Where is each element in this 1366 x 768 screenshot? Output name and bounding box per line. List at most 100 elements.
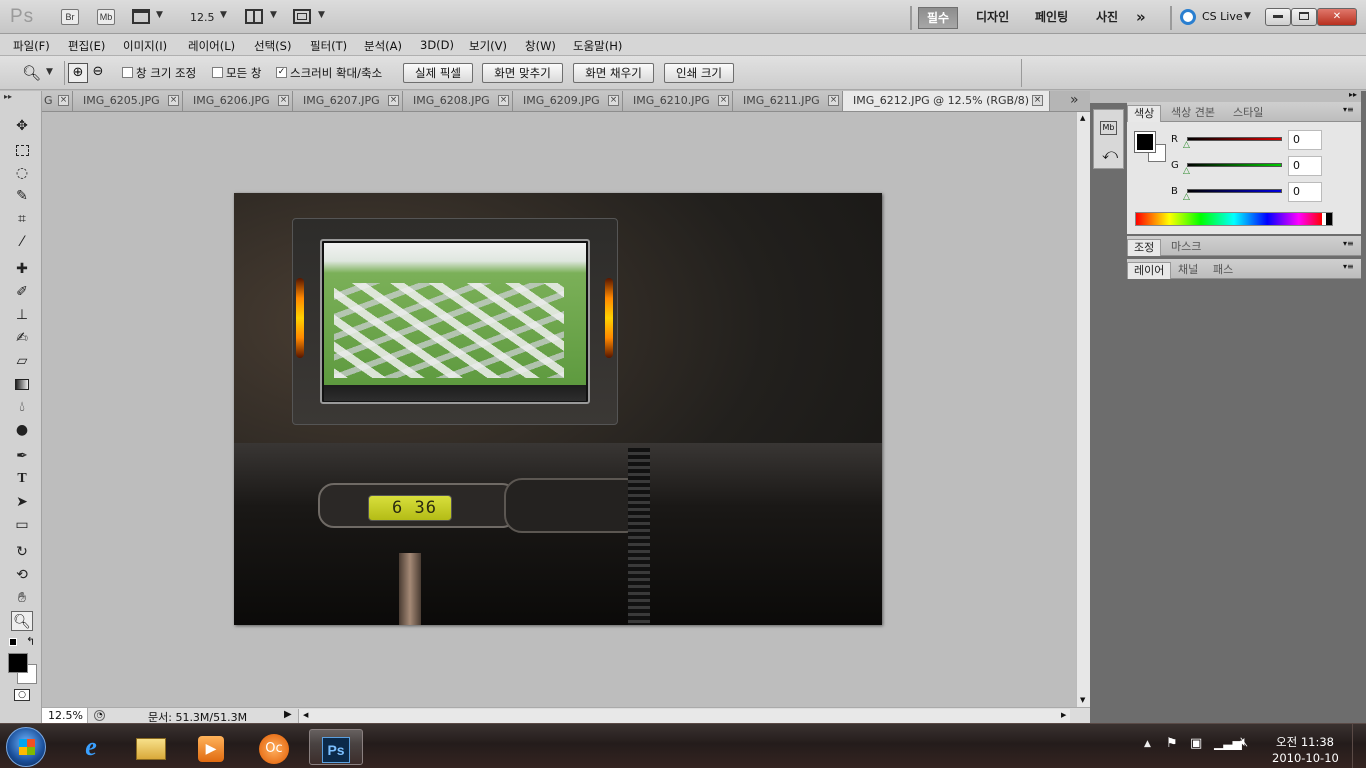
gradient-tool-icon[interactable] [11,374,33,394]
workspace-design[interactable]: 디자인 [968,7,1017,29]
resize-windows-checkbox[interactable] [122,67,133,78]
foreground-color-swatch[interactable] [1134,131,1156,153]
channel-g-input[interactable]: 0 [1288,156,1322,176]
actual-pixels-button[interactable]: 실제 픽셀 [403,63,473,83]
channel-r-slider[interactable] [1187,137,1282,141]
close-icon[interactable]: × [608,95,619,106]
brush-tool-icon[interactable]: ✐ [11,282,33,302]
scroll-up-icon[interactable]: ▲ [1080,114,1085,122]
marquee-tool-icon[interactable] [11,140,33,160]
close-icon[interactable]: × [168,95,179,106]
workspace-essentials[interactable]: 필수 [918,7,959,29]
screen-mode-button[interactable]: ▼ [293,9,327,25]
menu-view[interactable]: 보기(V) [469,38,507,54]
scroll-left-icon[interactable]: ◀ [303,711,308,719]
start-button[interactable] [6,727,46,767]
move-tool-icon[interactable]: ✥ [11,116,33,136]
color-spectrum-bar[interactable] [1135,212,1333,226]
doc-tab[interactable]: IMG_6210.JPG × [623,91,733,111]
channel-g-slider[interactable] [1187,163,1282,167]
device-icon[interactable]: ▣ [1190,736,1202,751]
slider-handle-icon[interactable]: △ [1183,192,1190,202]
close-icon[interactable]: × [278,95,289,106]
status-menu-arrow-icon[interactable]: ▶ [284,709,292,720]
more-workspaces-button[interactable]: » [1128,7,1154,29]
view-extras-button[interactable]: ▼ [132,9,164,25]
panel-menu-icon[interactable]: ▾≡ [1343,105,1354,114]
launch-minibridge-button[interactable]: Mb [97,9,115,25]
eraser-tool-icon[interactable]: ▱ [11,351,33,371]
tab-layers[interactable]: 레이어 [1127,262,1172,279]
panel-menu-icon[interactable]: ▾≡ [1343,262,1354,271]
type-tool-icon[interactable]: T [11,469,33,489]
menu-filter[interactable]: 필터(T) [310,38,347,54]
menu-file[interactable]: 파일(F) [13,38,50,54]
tab-overflow-button[interactable]: » [1070,92,1079,108]
vertical-scrollbar[interactable]: ▲ ▼ [1076,112,1090,710]
close-icon[interactable]: × [58,95,69,106]
menu-analysis[interactable]: 분석(A) [364,38,402,54]
eyedropper-tool-icon[interactable]: ⁄ [11,232,33,252]
zoom-level-dropdown[interactable]: 12.5 ▼ [186,0,230,34]
close-button[interactable]: ✕ [1317,8,1357,26]
network-icon[interactable]: ▁▃▅ [1214,736,1242,750]
zoom-tool-icon[interactable]: 🔍︎ [11,611,33,631]
doc-tab[interactable]: G × [42,91,73,111]
zoom-in-button[interactable]: ⊕ [68,63,88,83]
clock-date[interactable]: 2010-10-10 [1272,751,1339,765]
doc-tab[interactable]: IMG_6211.JPG × [733,91,843,111]
channel-b-slider[interactable] [1187,189,1282,193]
fill-screen-button[interactable]: 화면 채우기 [573,63,654,83]
zoom-all-windows-checkbox[interactable] [212,67,223,78]
status-info-icon[interactable]: ◔ [94,710,105,721]
fit-screen-button[interactable]: 화면 맞추기 [482,63,563,83]
3d-orbit-tool-icon[interactable]: ⟲ [11,565,33,585]
cs-live-button[interactable]: CS Live ▼ [1180,8,1256,26]
tab-styles[interactable]: 스타일 [1227,105,1269,122]
print-size-button[interactable]: 인쇄 크기 [664,63,734,83]
tab-masks[interactable]: 마스크 [1165,239,1207,256]
scroll-down-icon[interactable]: ▼ [1080,696,1085,704]
workspace-painting[interactable]: 페인팅 [1027,7,1076,29]
close-icon[interactable]: × [828,95,839,106]
rectangle-tool-icon[interactable]: ▭ [11,515,33,535]
tab-adjustments[interactable]: 조정 [1127,239,1162,256]
horizontal-scrollbar[interactable]: ◀ ▶ [298,709,1070,723]
minimize-button[interactable] [1265,8,1291,26]
show-hidden-icons-icon[interactable]: ▲ [1144,739,1151,749]
close-icon[interactable]: × [498,95,509,106]
scrubby-zoom-checkbox[interactable]: ✓ [276,67,287,78]
blur-tool-icon[interactable]: 💧︎ [11,397,33,417]
workspace-photography[interactable]: 사진 [1088,7,1126,29]
tab-channels[interactable]: 채널 [1172,262,1204,279]
doc-tab[interactable]: IMG_6209.JPG × [513,91,623,111]
path-selection-tool-icon[interactable]: ➤ [11,492,33,512]
zoom-out-button[interactable]: ⊖ [88,63,108,83]
document-image[interactable]: 6 36 [234,193,882,625]
crop-tool-icon[interactable]: ⌗ [11,209,33,229]
volume-muted-icon[interactable]: 🔇︎ [1240,735,1248,750]
close-icon[interactable]: × [1032,95,1043,106]
quick-mask-icon[interactable]: ○ [14,689,30,701]
media-player-icon[interactable]: ▶ [184,729,238,765]
panel-collapse-icon[interactable]: ▸▸ [1349,90,1357,99]
status-zoom-field[interactable]: 12.5% [42,708,88,723]
lasso-tool-icon[interactable]: ◌ [11,163,33,183]
slider-handle-icon[interactable]: △ [1183,166,1190,176]
healing-brush-tool-icon[interactable]: ✚ [11,259,33,279]
clone-stamp-tool-icon[interactable]: ⊥ [11,305,33,325]
tab-paths[interactable]: 패스 [1207,262,1239,279]
doc-tab-active[interactable]: IMG_6212.JPG @ 12.5% (RGB/8) × [843,91,1050,111]
swap-colors-icon[interactable]: ↰ [26,635,35,648]
foreground-color-swatch[interactable] [8,653,28,673]
slider-handle-icon[interactable]: △ [1183,140,1190,150]
file-explorer-icon[interactable] [124,729,178,765]
doc-tab[interactable]: IMG_6206.JPG × [183,91,293,111]
default-colors-icon[interactable] [9,638,17,646]
oc-app-icon[interactable]: Oc [247,729,301,765]
arrange-documents-button[interactable]: ▼ [245,9,279,25]
channel-r-input[interactable]: 0 [1288,130,1322,150]
menu-image[interactable]: 이미지(I) [123,38,167,54]
action-center-icon[interactable]: ⚑ [1166,736,1178,751]
menu-select[interactable]: 선택(S) [254,38,291,54]
